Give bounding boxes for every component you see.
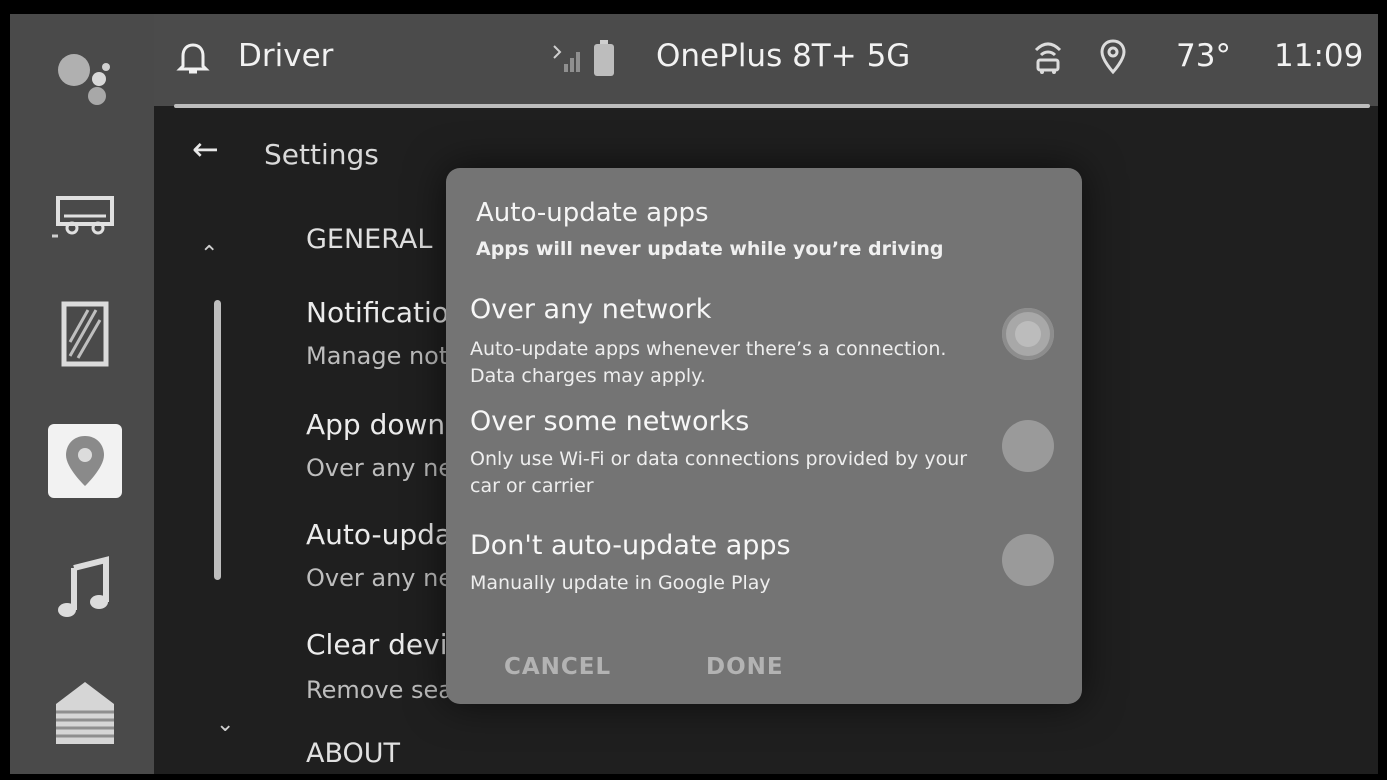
car-wifi-icon	[1034, 42, 1062, 74]
radio-any-network[interactable]	[1002, 308, 1054, 360]
vehicle-button[interactable]	[48, 176, 122, 250]
music-button[interactable]	[48, 552, 122, 626]
status-bar: Driver OnePlus 8T+ 5G 73° 11:09	[154, 14, 1378, 108]
item-subtitle: Manage not	[306, 342, 449, 370]
item-title: Notificatio	[306, 296, 449, 329]
building-icon	[56, 682, 114, 744]
item-title: Auto-updat	[306, 518, 464, 551]
phone-signal-icon	[553, 45, 580, 72]
radio-some-networks[interactable]	[1002, 420, 1054, 472]
option-title: Over any network	[470, 294, 712, 325]
dialog-subtitle: Apps will never update while you’re driv…	[476, 238, 944, 260]
dialog-title: Auto-update apps	[476, 198, 709, 228]
status-divider	[174, 104, 1370, 108]
auto-update-dialog: Auto-update apps Apps will never update …	[446, 168, 1082, 704]
section-general: GENERAL	[306, 224, 433, 255]
scroll-up-icon[interactable]: ⌃	[200, 242, 218, 267]
scrollbar[interactable]	[214, 300, 221, 580]
clock: 11:09	[1274, 38, 1364, 74]
app-rail	[10, 14, 154, 774]
car-icon	[52, 196, 114, 238]
scroll-down-icon[interactable]: ⌄	[216, 712, 234, 737]
option-title: Don't auto-update apps	[470, 530, 791, 561]
done-button[interactable]: DONE	[706, 654, 784, 680]
battery-icon	[594, 40, 614, 76]
map-pin-icon	[66, 436, 104, 486]
music-note-icon	[58, 556, 109, 617]
radio-dont-update[interactable]	[1002, 534, 1054, 586]
cancel-button[interactable]: CANCEL	[504, 654, 611, 680]
option-title: Over some networks	[470, 406, 750, 437]
temperature: 73°	[1176, 38, 1231, 74]
option-description: Auto-update apps whenever there’s a conn…	[470, 338, 947, 387]
bell-icon[interactable]	[176, 40, 210, 76]
item-subtitle: Over any ne	[306, 564, 454, 592]
google-assistant-icon	[58, 54, 110, 105]
google-assistant-button[interactable]	[48, 34, 122, 108]
media-panel-button[interactable]	[48, 296, 122, 370]
section-about[interactable]: ABOUT	[306, 738, 400, 769]
item-title: Clear devic	[306, 628, 463, 661]
location-pin-icon	[1100, 39, 1126, 75]
device-name: OnePlus 8T+ 5G	[656, 38, 911, 74]
option-description: Only use Wi-Fi or data connections provi…	[470, 448, 968, 497]
profile-name[interactable]: Driver	[238, 38, 333, 74]
screen: Driver OnePlus 8T+ 5G 73° 11:09 ← Settin…	[10, 14, 1378, 774]
maps-button[interactable]	[48, 424, 122, 498]
home-button[interactable]	[48, 674, 122, 748]
option-description: Manually update in Google Play	[470, 572, 771, 594]
panel-icon	[61, 301, 109, 367]
page-title: Settings	[264, 138, 379, 171]
item-subtitle: Remove sea	[306, 676, 453, 704]
item-title: App downl	[306, 408, 453, 441]
back-arrow-icon[interactable]: ←	[192, 130, 219, 168]
item-subtitle: Over any ne	[306, 454, 454, 482]
